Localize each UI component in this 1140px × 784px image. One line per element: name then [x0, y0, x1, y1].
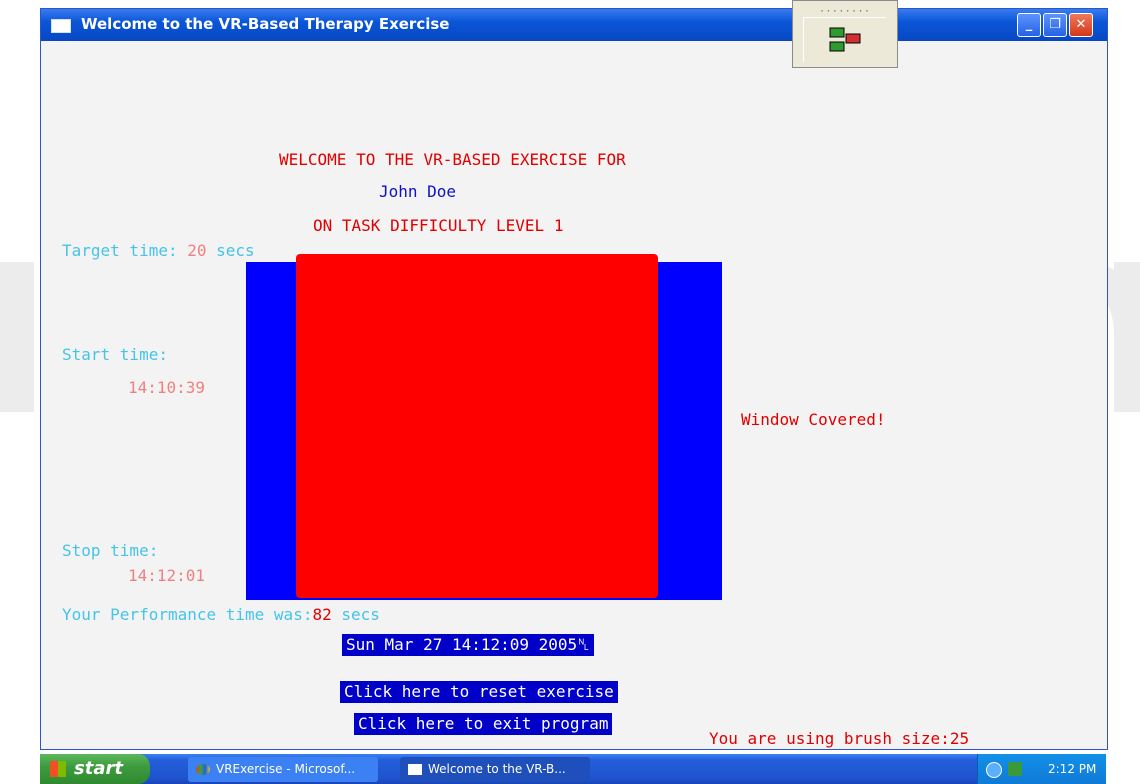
widget-panel	[803, 17, 886, 62]
clock: 2:12 PM	[1048, 762, 1097, 776]
difficulty-heading: ON TASK DIFFICULTY LEVEL 1	[313, 216, 564, 235]
timestamp-display: Sun Mar 27 14:12:09 2005␤	[342, 634, 594, 656]
system-tray: 2:12 PM	[977, 754, 1106, 784]
target-time-label: Target time:	[62, 241, 188, 260]
stop-time-value: 14:12:01	[128, 566, 206, 585]
task-label: Welcome to the VR-B...	[428, 762, 566, 776]
widget-grip[interactable]: ········	[793, 7, 897, 17]
start-time-value: 14:10:39	[128, 378, 206, 397]
exit-program-button[interactable]: Click here to exit program	[354, 713, 613, 735]
window-icon	[408, 764, 422, 775]
painted-cover[interactable]	[296, 254, 658, 598]
brush-size: You are using brush size:25	[709, 729, 969, 748]
performance-unit: secs	[331, 605, 380, 624]
user-name: John Doe	[379, 182, 457, 201]
target-time: Target time: 20 secs	[62, 241, 255, 260]
performance-value: 82	[312, 605, 332, 624]
target-time-value: 20	[187, 241, 207, 260]
reset-exercise-button[interactable]: Click here to reset exercise	[340, 681, 618, 703]
start-label: start	[74, 758, 123, 779]
close-button[interactable]: ✕	[1069, 13, 1093, 37]
task-label: VRExercise - Microsof...	[216, 762, 356, 776]
brush-size-value: 25	[949, 729, 970, 748]
taskbar: start VRExercise - Microsof... Welcome t…	[40, 754, 1106, 784]
start-button[interactable]: start	[40, 754, 150, 784]
window-title: Welcome to the VR-Based Therapy Exercise	[81, 15, 450, 33]
taskbar-item-vrexercise[interactable]: VRExercise - Microsof...	[188, 757, 378, 782]
watermark-left-bar	[0, 262, 34, 412]
minimize-button[interactable]: _	[1017, 13, 1041, 37]
target-time-unit: secs	[206, 241, 255, 260]
performance-time: Your Performance time was:82 secs	[62, 605, 380, 624]
brush-size-label: You are using brush size:	[709, 729, 950, 748]
network-widget[interactable]: ········	[792, 0, 898, 68]
chevron-left-icon[interactable]	[986, 762, 1002, 778]
watermark-right-bar	[1114, 262, 1140, 412]
status-message: Window Covered!	[741, 410, 886, 429]
network-icon	[829, 27, 861, 52]
start-time-label: Start time:	[62, 345, 168, 364]
app-icon	[196, 764, 210, 775]
taskbar-item-welcome[interactable]: Welcome to the VR-B...	[400, 757, 590, 782]
windows-logo-icon	[50, 761, 66, 777]
maximize-button[interactable]: ❐	[1043, 13, 1067, 37]
performance-label: Your Performance time was:	[62, 605, 313, 624]
welcome-heading: WELCOME TO THE VR-BASED EXERCISE FOR	[279, 150, 626, 169]
stop-time-label: Stop time:	[62, 541, 159, 560]
title-bar[interactable]: Welcome to the VR-Based Therapy Exercise…	[41, 9, 1107, 41]
window-icon	[51, 19, 71, 33]
network-alert-icon[interactable]	[1008, 762, 1022, 776]
